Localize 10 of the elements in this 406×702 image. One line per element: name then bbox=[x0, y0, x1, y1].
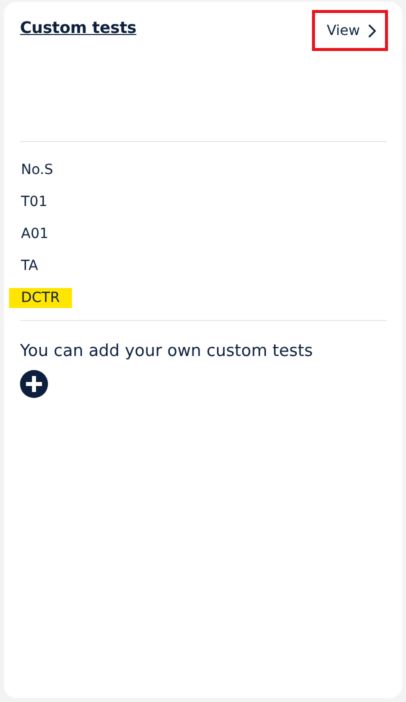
add-icon[interactable] bbox=[20, 370, 48, 398]
test-name: DCTR bbox=[9, 288, 72, 308]
add-hint: You can add your own custom tests bbox=[20, 341, 314, 360]
view-link[interactable]: View bbox=[312, 10, 388, 51]
test-name: No.S bbox=[20, 161, 54, 180]
test-name: A01 bbox=[20, 225, 50, 244]
card-title: Custom tests bbox=[20, 18, 136, 37]
test-name: TA bbox=[20, 257, 40, 276]
chevron-icon bbox=[368, 24, 376, 38]
test-name: T01 bbox=[20, 193, 48, 212]
